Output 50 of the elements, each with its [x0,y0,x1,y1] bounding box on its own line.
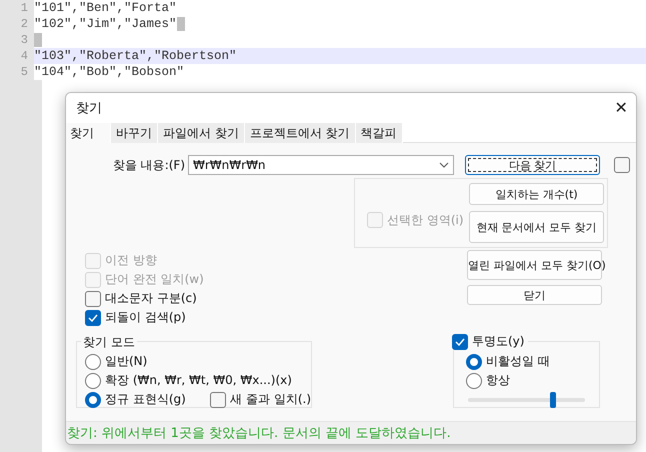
slider-thumb[interactable] [550,392,556,408]
checkbox-label: 단어 완전 일치(w) [105,271,204,288]
code-text: "103","Roberta","Robertson" [34,48,237,64]
tab[interactable]: 찾기 [66,123,111,143]
radio-button[interactable] [466,372,482,388]
checkbox-label: 되돌이 검색(p) [105,309,186,326]
line-number: 5 [0,64,34,80]
tab[interactable]: 프로젝트에서 찾기 [244,123,356,143]
checkbox-label: 투명도(y) [472,333,524,350]
find-label: 찾을 내용:(F) [112,156,186,174]
checkbox-label: 대소문자 구분(c) [105,290,197,307]
status-text: 찾기: 위에서부터 1곳을 찾았습니다. 문서의 끝에 도달하였습니다. [67,425,451,442]
find-combobox[interactable]: ₩r₩n₩r₩n [188,155,454,175]
checkbox[interactable] [210,392,226,408]
tab[interactable]: 책갈피 [356,123,403,143]
code-text: "102","Jim","James" [34,16,177,32]
line-number: 3 [0,32,34,48]
radio-button[interactable] [85,354,101,370]
dialog-button[interactable]: 현재 문서에서 모두 찾기 [469,211,604,243]
radio-button[interactable] [85,372,101,388]
checkbox[interactable] [614,157,630,173]
code-text: "104","Bob","Bobson" [34,64,184,80]
radio-label: 확장 (₩n, ₩r, ₩t, ₩0, ₩x...)(x) [105,372,292,389]
tab[interactable]: 바꾸기 [111,123,158,143]
checkmark-icon [88,314,98,322]
group-title: 찾기 모드 [81,334,137,351]
radio-label: 비활성일 때 [486,353,550,370]
tab[interactable]: 파일에서 찾기 [158,123,245,143]
radio-button[interactable] [85,392,101,408]
radio-label: 일반(N) [105,353,148,370]
line-number: 2 [0,16,34,32]
code-text: "101","Ben","Forta" [34,0,177,16]
checkmark-icon [455,338,465,346]
checkbox[interactable] [85,290,101,306]
close-button[interactable]: ✕ [606,95,636,121]
checkbox-label: 새 줄과 일치(.) [230,391,311,408]
checkbox[interactable] [452,334,468,350]
line-number: 4 [0,48,34,64]
checkbox[interactable] [85,310,101,326]
dialog-button[interactable]: 닫기 [467,285,602,305]
radio-label: 정규 표현식(g) [105,391,186,408]
radio-label: 항상 [486,372,510,389]
line-number: 1 [0,0,34,16]
checkbox-label: 이전 방향 [105,252,157,269]
checkbox-label: 선택한 영역(i) [387,212,464,228]
chevron-down-icon [439,162,449,168]
dialog-button[interactable]: 일치하는 개수(t) [469,183,604,205]
find-next-button[interactable]: 다음 찾기 [465,155,600,175]
radio-button[interactable] [466,354,482,370]
dialog-title: 찾기 [76,100,102,117]
